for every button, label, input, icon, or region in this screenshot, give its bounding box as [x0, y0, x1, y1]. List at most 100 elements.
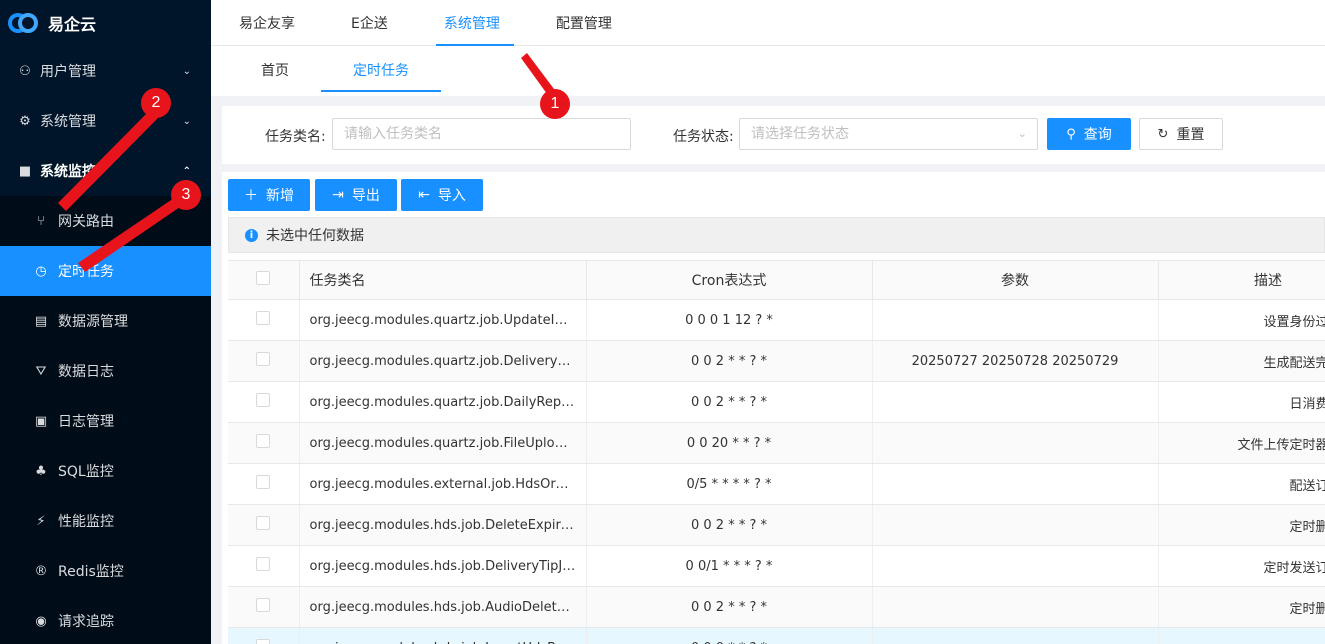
cron-cell: 0 0 0 * * ? *: [586, 627, 873, 644]
export-icon: ⇥: [332, 187, 344, 203]
table-row[interactable]: org.jeecg.modules.quartz.job.DailyReport…: [228, 381, 1325, 423]
top-tab-config-management[interactable]: 配置管理: [528, 0, 640, 46]
table-row[interactable]: org.jeecg.modules.external.job.HdsOrder.…: [228, 463, 1325, 505]
table-header-row: 任务类名 Cron表达式 参数 描述: [228, 260, 1325, 300]
task-class-cell: org.jeecg.modules.hds.job.InsertHdsBusin…: [299, 627, 587, 644]
tab-home[interactable]: 首页: [229, 46, 321, 94]
select-all-cell[interactable]: [228, 260, 300, 300]
column-header[interactable]: 描述: [1158, 260, 1325, 300]
column-header[interactable]: 参数: [872, 260, 1159, 300]
select-all-checkbox[interactable]: [256, 271, 271, 285]
table-row[interactable]: org.jeecg.modules.hds.job.AudioDeleteJob…: [228, 586, 1325, 628]
sidebar-item-system-management[interactable]: ⚙ 系统管理 ⌄: [0, 96, 211, 146]
sidebar-item-label: 数据日志: [58, 364, 114, 380]
import-label: 导入: [437, 188, 466, 204]
table-row[interactable]: org.jeecg.modules.quartz.job.UpdateIdent…: [228, 299, 1325, 341]
row-checkbox[interactable]: [256, 352, 271, 366]
row-checkbox[interactable]: [256, 557, 271, 571]
description-cell: 生成配送完成统计: [1158, 340, 1325, 382]
table-row[interactable]: org.jeecg.modules.hds.job.DeliveryTipJob…: [228, 545, 1325, 587]
sidebar-item-log-management[interactable]: ▣ 日志管理: [0, 396, 211, 446]
registered-icon: ®: [34, 563, 48, 579]
filter-icon: ⛛: [35, 363, 47, 379]
params-cell: [872, 422, 1159, 464]
reset-button[interactable]: ↻ 重置: [1139, 118, 1223, 150]
row-checkbox[interactable]: [256, 639, 271, 644]
sidebar-item-data-log[interactable]: ⛛ 数据日志: [0, 346, 211, 396]
params-cell: 20250727 20250728 20250729: [872, 340, 1159, 382]
cron-cell: 0 0/1 * * * ? *: [586, 545, 873, 587]
annotation-badge-3: 3: [171, 180, 201, 210]
top-tab-e-delivery[interactable]: E企送: [323, 0, 416, 46]
sidebar-item-user-management[interactable]: ⚇ 用户管理 ⌄: [0, 46, 211, 96]
app-name: 易企云: [48, 15, 97, 34]
task-status-label: 任务状态:: [673, 129, 734, 145]
chevron-down-icon: ⌄: [182, 115, 191, 127]
sidebar-item-performance[interactable]: ⚡ 性能监控: [0, 496, 211, 546]
reload-icon: ↻: [1157, 126, 1169, 142]
task-status-placeholder: 请选择任务状态: [751, 126, 849, 142]
row-checkbox[interactable]: [256, 516, 271, 530]
top-tab-yiqi-share[interactable]: 易企友享: [211, 0, 323, 46]
sidebar-item-label: 系统管理: [40, 114, 96, 130]
row-checkbox[interactable]: [256, 598, 271, 612]
gear-icon: ⚙: [19, 113, 31, 129]
sidebar-item-label: 请求追踪: [58, 614, 114, 630]
add-button[interactable]: ＋ 新增: [228, 179, 310, 211]
selection-alert: i 未选中任何数据: [228, 217, 1325, 253]
sidebar-item-scheduled-tasks[interactable]: ◷ 定时任务: [0, 246, 211, 296]
sidebar-item-label: Redis监控: [58, 564, 124, 580]
description-cell: 定时删除过期: [1158, 504, 1325, 546]
add-label: 新增: [266, 188, 294, 204]
sidebar-item-datasource[interactable]: ▤ 数据源管理: [0, 296, 211, 346]
cron-cell: 0 0 0 1 12 ? *: [586, 299, 873, 341]
sidebar-item-label: 系统监控: [40, 164, 96, 180]
logo-icon: [8, 11, 40, 35]
search-icon: ⚲: [1066, 126, 1076, 142]
column-header[interactable]: Cron表达式: [586, 260, 873, 300]
sidebar-item-request-trace[interactable]: ◉ 请求追踪: [0, 596, 211, 644]
row-checkbox[interactable]: [256, 475, 271, 489]
query-label: 查询: [1083, 127, 1112, 143]
params-cell: [872, 299, 1159, 341]
description-cell: 日消费报表定: [1158, 381, 1325, 423]
top-tab-system-management[interactable]: 系统管理: [416, 0, 528, 46]
lightning-icon: ⚡: [36, 513, 46, 529]
task-class-cell: org.jeecg.modules.hds.job.DeliveryTipJob: [299, 545, 587, 587]
sidebar-item-redis-monitor[interactable]: ® Redis监控: [0, 546, 211, 596]
tab-scheduled-tasks[interactable]: 定时任务: [321, 46, 441, 94]
app-logo[interactable]: 易企云: [0, 0, 211, 46]
description-cell: 定时发送订单即将: [1158, 545, 1325, 587]
export-button[interactable]: ⇥ 导出: [315, 179, 397, 211]
query-button[interactable]: ⚲ 查询: [1047, 118, 1131, 150]
row-checkbox[interactable]: [256, 434, 271, 448]
reset-label: 重置: [1176, 127, 1205, 143]
table-row[interactable]: org.jeecg.modules.quartz.job.FileUploadJ…: [228, 422, 1325, 464]
table-row[interactable]: org.jeecg.modules.hds.job.DeleteExpireCa…: [228, 504, 1325, 546]
description-cell: 设置身份过期时间: [1158, 299, 1325, 341]
trace-icon: ◉: [35, 613, 47, 629]
description-cell: 定时删除过期: [1158, 586, 1325, 628]
export-label: 导出: [351, 188, 380, 204]
sidebar-item-label: 网关路由: [58, 214, 114, 230]
chevron-up-icon: ⌃: [182, 165, 191, 177]
annotation-badge-2: 2: [141, 88, 171, 118]
cron-cell: 0 0 2 * * ? *: [586, 340, 873, 382]
import-button[interactable]: ⇤ 导入: [401, 179, 483, 211]
row-checkbox[interactable]: [256, 311, 271, 325]
row-checkbox[interactable]: [256, 393, 271, 407]
table-panel: ＋ 新增 ⇥ 导出 ⇤ 导入 i 未选中任何数据 任务类名 Cron表达式 参数…: [222, 172, 1325, 644]
sidebar-item-sql-monitor[interactable]: ♣ SQL监控: [0, 446, 211, 496]
table-row[interactable]: org.jeecg.modules.quartz.job.DeliverySuc…: [228, 340, 1325, 382]
task-class-input[interactable]: 请输入任务类名: [332, 118, 631, 150]
cron-cell: 0 0 20 * * ? *: [586, 422, 873, 464]
table-row[interactable]: org.jeecg.modules.hds.job.InsertHdsBusin…: [228, 627, 1325, 644]
task-class-cell: org.jeecg.modules.quartz.job.DeliverySuc…: [299, 340, 587, 382]
column-header[interactable]: 任务类名: [299, 260, 587, 300]
task-status-select[interactable]: 请选择任务状态 ⌄: [739, 118, 1038, 150]
sidebar-item-label: SQL监控: [58, 464, 114, 480]
database-icon: ▤: [34, 313, 48, 329]
description-cell: 配送订单回调: [1158, 463, 1325, 505]
task-class-cell: org.jeecg.modules.hds.job.DeleteExpireCa…: [299, 504, 587, 546]
task-class-cell: org.jeecg.modules.hds.job.AudioDeleteJob: [299, 586, 587, 628]
